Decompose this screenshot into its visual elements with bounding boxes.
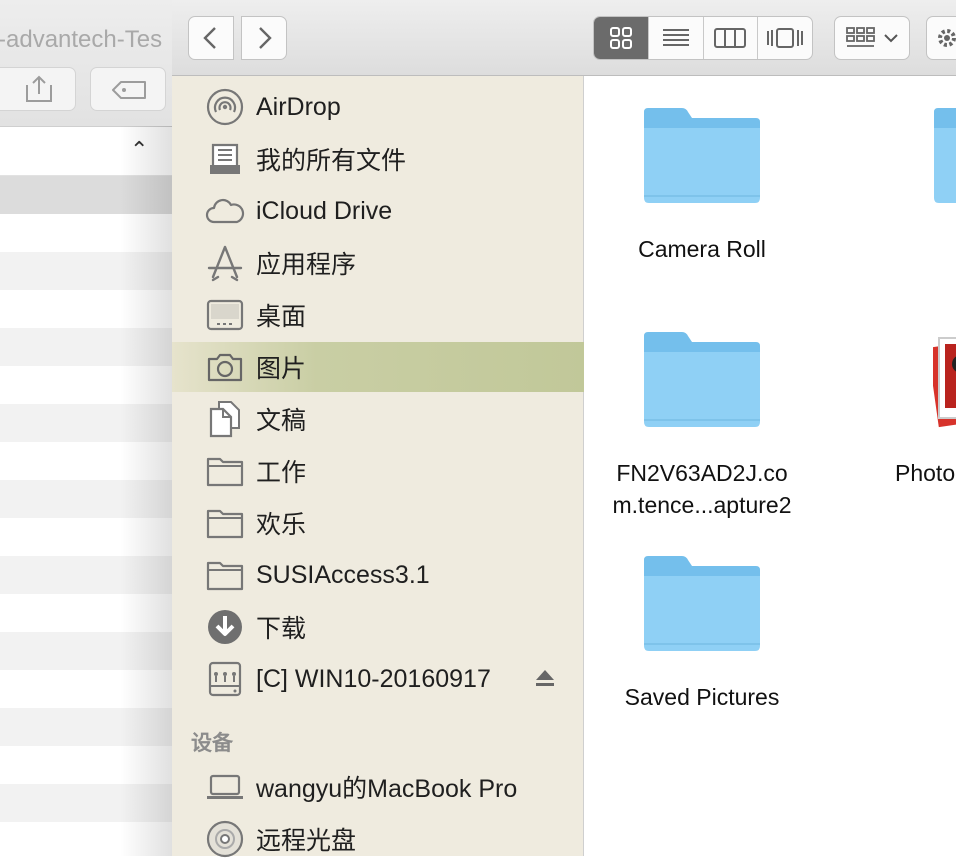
background-window-title: -advantech-Tes [0,26,163,53]
sidebar: AirDrop 我的所有文件 iCloud Drive 应用程序 桌面 图片 文… [172,76,584,859]
sidebar-item-pictures[interactable]: 图片 [172,342,584,392]
folder-name: Saved Pictures [624,684,780,710]
sidebar-item-label: 我的所有文件 [256,147,407,175]
sidebar-item-label: 图片 [256,355,307,383]
list-view-button[interactable] [647,17,703,59]
back-button[interactable] [188,16,234,60]
sidebar-item-label: SUSIAccess3.1 [256,560,430,589]
downloads-icon [205,607,245,647]
folder-icon [205,503,245,543]
applications-icon [205,243,245,283]
laptop-icon [205,767,245,807]
sidebar-item-label: iCloud Drive [256,196,393,225]
icon-view-content: Camera Roll FN2V63AD2J.co m.tence...aptu… [585,76,956,856]
sidebar-item-macbook[interactable]: wangyu的MacBook Pro [172,763,584,811]
sidebar-item-downloads[interactable]: 下载 [172,603,584,651]
sidebar-item-label: 桌面 [256,303,307,331]
sidebar-item-label: [C] WIN10-20160917 [256,664,491,693]
chevron-down-icon [884,34,898,43]
sidebar-item-airdrop[interactable]: AirDrop [172,83,584,131]
sidebar-item-network-drive[interactable]: [C] WIN10-20160917 [172,655,584,703]
chevron-right-icon [259,27,272,49]
arrange-dropdown-button[interactable] [834,16,910,60]
tag-button[interactable] [90,67,166,111]
finder-window: AirDrop 我的所有文件 iCloud Drive 应用程序 桌面 图片 文… [172,0,956,859]
folder-name-line2: m.tence...apture2 [612,492,792,518]
action-gear-button[interactable] [926,16,956,60]
sidebar-item-work[interactable]: 工作 [172,447,584,495]
forward-button[interactable] [241,16,287,60]
sidebar-item-icloud-drive[interactable]: iCloud Drive [172,187,584,235]
folder-name: Camera Roll [638,236,766,262]
sidebar-item-label: 工作 [256,459,307,487]
photos-library-name: Photo [895,460,956,486]
all-my-files-icon [205,139,245,179]
grid-icon [609,27,632,49]
sidebar-item-fun[interactable]: 欢乐 [172,499,584,547]
folder-icon [644,332,760,427]
airdrop-icon [205,87,245,127]
sidebar-item-all-my-files[interactable]: 我的所有文件 [172,135,584,183]
sidebar-item-label: 文稿 [256,407,307,435]
columns-icon [714,28,747,48]
chevron-left-icon [203,27,216,49]
documents-icon [205,399,245,439]
share-button[interactable] [0,67,76,111]
arrange-icon [846,27,875,47]
desktop-icon [205,295,245,335]
photos-library-icon [933,337,956,428]
sidebar-item-desktop[interactable]: 桌面 [172,291,584,339]
sidebar-item-label: AirDrop [256,92,341,121]
folder-icon [205,555,245,595]
list-icon [662,29,689,46]
sidebar-item-label: 下载 [256,615,307,643]
tag-icon [112,81,146,99]
gear-icon [938,29,956,47]
background-window: -advantech-Tes ⌃ [0,0,172,856]
sidebar-item-label: wangyu的MacBook Pro [256,775,518,803]
folder-name-line1: FN2V63AD2J.co [616,460,788,486]
sidebar-item-susiaccess[interactable]: SUSIAccess3.1 [172,551,584,599]
eject-icon[interactable] [534,667,556,694]
icon-view-button[interactable] [594,17,648,59]
camera-icon [205,347,245,387]
sidebar-item-documents[interactable]: 文稿 [172,395,584,443]
sidebar-item-label: 应用程序 [256,251,357,279]
window-shadow [120,126,172,856]
devices-section-header: 设备 [191,732,233,755]
share-icon [26,75,52,102]
cover-flow-view-button[interactable] [757,17,812,59]
icloud-icon [205,191,245,231]
cover-flow-icon [767,28,804,48]
remote-disc-icon [205,819,245,859]
folder-icon [934,108,956,203]
sidebar-item-label: 远程光盘 [256,827,357,855]
finder-toolbar [172,0,956,76]
sidebar-item-applications[interactable]: 应用程序 [172,239,584,287]
column-view-button[interactable] [702,17,758,59]
folder-icon [644,108,760,203]
folder-icon [644,556,760,651]
view-mode-segmented-control [593,16,813,60]
sidebar-item-label: 欢乐 [256,511,307,539]
folder-icon [205,451,245,491]
network-drive-icon [205,659,245,699]
background-toolbar: -advantech-Tes [0,0,172,127]
